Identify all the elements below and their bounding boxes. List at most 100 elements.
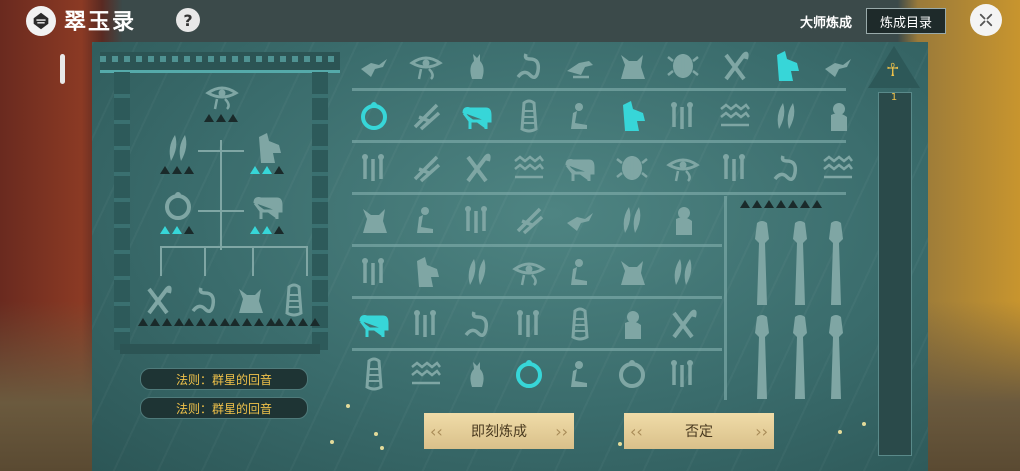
mummy-icon[interactable] (356, 356, 392, 392)
master-forge-link[interactable]: 大师炼成 (800, 12, 852, 31)
feather-icon[interactable] (665, 254, 701, 290)
cost-triangle (162, 318, 172, 326)
mummy-icon[interactable] (276, 282, 312, 318)
help-button[interactable]: ? (176, 8, 200, 32)
eye-icon[interactable] (511, 254, 547, 290)
ouroboros-icon[interactable] (511, 356, 547, 392)
cost-triangle (274, 226, 284, 234)
ouroboros-icon[interactable] (356, 98, 392, 134)
grid-row-divider (352, 348, 722, 351)
bird-icon[interactable] (562, 202, 598, 238)
staff-icon[interactable] (665, 98, 701, 134)
reed-icon[interactable] (408, 98, 444, 134)
mummy-icon[interactable] (562, 306, 598, 342)
anubis-icon[interactable] (614, 98, 650, 134)
rule-label-2[interactable]: 法则：群星的回音 (140, 397, 308, 419)
bull-icon[interactable] (562, 150, 598, 186)
anubis-icon[interactable] (408, 254, 444, 290)
light-particle (618, 442, 622, 446)
snake-icon[interactable] (459, 306, 495, 342)
jackal-icon[interactable] (232, 282, 268, 318)
seated-icon[interactable] (562, 254, 598, 290)
staff-icon[interactable] (717, 150, 753, 186)
staff-icon[interactable] (356, 150, 392, 186)
cat-icon[interactable] (459, 48, 495, 84)
cost-triangle (172, 226, 182, 234)
water-icon[interactable] (717, 98, 753, 134)
cost-triangle (228, 114, 238, 122)
close-button[interactable] (970, 4, 1002, 36)
feather-icon[interactable] (768, 98, 804, 134)
jackal-icon[interactable] (614, 48, 650, 84)
jackal-icon[interactable] (356, 202, 392, 238)
seated-icon[interactable] (562, 98, 598, 134)
crook-icon[interactable] (717, 48, 753, 84)
baboon-icon[interactable] (614, 306, 650, 342)
eye-icon[interactable] (204, 78, 240, 114)
page-scrollbar[interactable] (878, 92, 912, 456)
cost-triangle (172, 166, 182, 174)
mummy-icon[interactable] (511, 98, 547, 134)
light-particle (374, 432, 378, 436)
side-drawer-handle[interactable] (60, 54, 65, 84)
deny-button[interactable]: 否定 (624, 413, 774, 449)
cost-triangle (220, 318, 230, 326)
crook-icon[interactable] (665, 306, 701, 342)
bull-icon[interactable] (356, 306, 392, 342)
scarab-icon[interactable] (614, 150, 650, 186)
water-icon[interactable] (408, 356, 444, 392)
eye-icon[interactable] (665, 150, 701, 186)
bird-icon[interactable] (356, 48, 392, 84)
cost-triangle (184, 318, 194, 326)
eye-icon[interactable] (408, 48, 444, 84)
feather-icon[interactable] (160, 130, 196, 166)
rule-label-1[interactable]: 法则：群星的回音 (140, 368, 308, 390)
cat-icon[interactable] (459, 356, 495, 392)
scarab-icon[interactable] (665, 48, 701, 84)
water-icon[interactable] (511, 150, 547, 186)
anubis-icon[interactable] (250, 130, 286, 166)
crook-icon[interactable] (140, 282, 176, 318)
ouroboros-icon[interactable] (614, 356, 650, 392)
cost-triangle (250, 166, 260, 174)
cost-triangles (230, 318, 276, 326)
staff-icon[interactable] (459, 202, 495, 238)
seated-icon[interactable] (408, 202, 444, 238)
cost-triangle (254, 318, 264, 326)
staff-icon[interactable] (665, 356, 701, 392)
cost-triangles (204, 114, 238, 122)
tree-connector (306, 246, 308, 276)
ouroboros-icon[interactable] (160, 188, 196, 224)
reed-icon[interactable] (408, 150, 444, 186)
snake-icon[interactable] (186, 282, 222, 318)
staff-icon[interactable] (408, 306, 444, 342)
falcon-icon[interactable] (562, 48, 598, 84)
crook-icon[interactable] (459, 150, 495, 186)
statue-figure (744, 312, 780, 402)
cost-triangle (184, 226, 194, 234)
jackal-icon[interactable] (614, 254, 650, 290)
snake-icon[interactable] (768, 150, 804, 186)
cost-triangle (262, 226, 272, 234)
bull-icon[interactable] (459, 98, 495, 134)
feather-icon[interactable] (614, 202, 650, 238)
staff-icon[interactable] (511, 306, 547, 342)
bull-icon[interactable] (250, 188, 286, 224)
snake-icon[interactable] (511, 48, 547, 84)
anubis-icon[interactable] (768, 48, 804, 84)
statue-figure (782, 218, 818, 308)
water-icon[interactable] (820, 150, 856, 186)
cost-triangle (230, 318, 240, 326)
cost-triangle (250, 226, 260, 234)
feather-icon[interactable] (459, 254, 495, 290)
staff-icon[interactable] (356, 254, 392, 290)
seated-icon[interactable] (562, 356, 598, 392)
statue-figure (818, 218, 854, 308)
baboon-icon[interactable] (820, 98, 856, 134)
light-particle (330, 440, 334, 444)
baboon-icon[interactable] (665, 202, 701, 238)
forge-now-button[interactable]: 即刻炼成 (424, 413, 574, 449)
bird-icon[interactable] (820, 48, 856, 84)
reed-icon[interactable] (511, 202, 547, 238)
forge-catalog-button[interactable]: 炼成目录 (866, 8, 946, 34)
